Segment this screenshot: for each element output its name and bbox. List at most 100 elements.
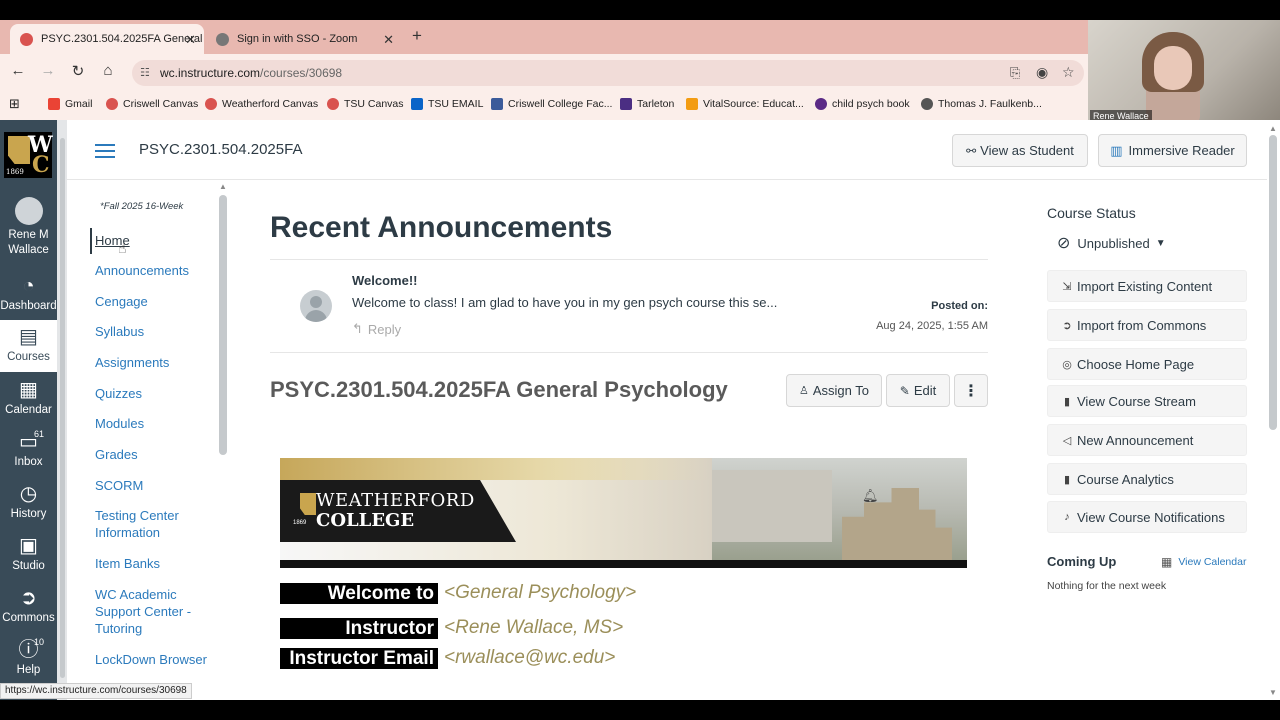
- more-options-icon[interactable]: ⋮: [954, 374, 988, 407]
- course-nav-scorm[interactable]: SCORM: [95, 477, 143, 494]
- assign-to-button[interactable]: ♙ Assign To: [786, 374, 882, 407]
- course-nav-tutoring[interactable]: WC Academic Support Center - Tutoring: [95, 586, 207, 637]
- announcement-title[interactable]: Welcome!!: [352, 273, 418, 288]
- bookmarks-bar: ⊞ Gmail Criswell Canvas Weatherford Canv…: [0, 92, 1088, 120]
- back-icon[interactable]: ←: [8, 62, 28, 79]
- import-from-commons-button[interactable]: ➲ Import from Commons: [1047, 309, 1247, 341]
- bookmark-weatherford-canvas[interactable]: Weatherford Canvas: [205, 98, 318, 110]
- close-tab-icon[interactable]: ✕: [185, 32, 196, 48]
- close-tab-icon[interactable]: ✕: [383, 32, 394, 48]
- instructor-value: <Rene Wallace, MS>: [444, 617, 624, 638]
- view-calendar-link[interactable]: ▦ View Calendar: [1161, 555, 1246, 569]
- new-tab-icon[interactable]: +: [412, 26, 426, 46]
- nav-commons[interactable]: ➲ Commons: [0, 587, 57, 626]
- site-info-icon[interactable]: ☷: [140, 66, 150, 79]
- scroll-thumb[interactable]: [60, 138, 65, 678]
- edit-button[interactable]: ✎ Edit: [886, 374, 950, 407]
- bell-icon: ♪: [1064, 511, 1070, 523]
- bookmark-tsu-email[interactable]: TSU EMAIL: [411, 98, 483, 110]
- email-value[interactable]: <rwallace@wc.edu>: [444, 647, 615, 669]
- help-icon: ⓘ: [18, 639, 39, 661]
- bookmark-vitalsource[interactable]: VitalSource: Educat...: [686, 98, 804, 110]
- bar-chart-icon: ▮: [1063, 473, 1071, 486]
- scroll-up-arrow-icon[interactable]: ▲: [1269, 124, 1277, 133]
- bar-chart-icon: ▮: [1063, 395, 1071, 408]
- bookmark-tsu-canvas[interactable]: TSU Canvas: [327, 98, 404, 110]
- breadcrumb-course[interactable]: PSYC.2301.504.2025FA: [139, 141, 302, 158]
- tab-zoom[interactable]: Sign in with SSO - Zoom ✕: [206, 24, 402, 54]
- email-label: Instructor Email: [280, 647, 438, 669]
- course-nav-item-banks[interactable]: Item Banks: [95, 555, 160, 572]
- scroll-down-arrow-icon[interactable]: ▼: [1269, 688, 1277, 697]
- bookmark-faulkenberry[interactable]: Thomas J. Faulkenb...: [921, 98, 1042, 110]
- nav-studio[interactable]: ▣ Studio: [0, 535, 57, 574]
- reload-icon[interactable]: ↻: [68, 62, 88, 80]
- nav-inbox[interactable]: ▭ Inbox: [0, 431, 57, 470]
- bookmark-gmail[interactable]: Gmail: [48, 98, 92, 110]
- bookmark-tarleton[interactable]: Tarleton: [620, 98, 674, 110]
- left-scrollbar[interactable]: [57, 120, 67, 700]
- tab-course[interactable]: PSYC.2301.504.2025FA General ✕: [10, 24, 204, 54]
- banner-year: 1869: [293, 520, 307, 526]
- glasses-icon: ⚯: [966, 143, 977, 158]
- inbox-icon: ▭: [19, 431, 38, 453]
- course-status-title: Course Status: [1047, 205, 1136, 221]
- announcements-heading: Recent Announcements: [270, 211, 613, 244]
- welcome-row: Welcome to <General Psychology>: [280, 582, 636, 604]
- reply-link[interactable]: ↰ Reply: [352, 321, 401, 337]
- course-nav-testing-center[interactable]: Testing Center Information: [95, 507, 205, 541]
- course-nav-cengage[interactable]: Cengage: [95, 293, 148, 310]
- course-nav-scrollbar[interactable]: [219, 195, 227, 455]
- nav-calendar[interactable]: ▦ Calendar: [0, 379, 57, 418]
- nav-history[interactable]: ◷ History: [0, 483, 57, 522]
- course-nav-quizzes[interactable]: Quizzes: [95, 385, 142, 402]
- import-existing-content-button[interactable]: ⇲ Import Existing Content: [1047, 270, 1247, 302]
- chevron-down-icon: ▼: [1155, 237, 1166, 249]
- bookmark-criswell-faculty[interactable]: Criswell College Fac...: [491, 98, 612, 110]
- bookmark-criswell-canvas[interactable]: Criswell Canvas: [106, 98, 198, 110]
- bell-icon: 🔔︎: [862, 488, 879, 503]
- page-scrollbar[interactable]: [1269, 135, 1277, 430]
- course-menu-toggle-icon[interactable]: [95, 144, 115, 158]
- course-nav-grades[interactable]: Grades: [95, 446, 138, 463]
- course-nav-syllabus[interactable]: Syllabus: [95, 323, 144, 340]
- view-as-student-button[interactable]: ⚯ View as Student: [952, 134, 1088, 167]
- nav-account[interactable]: Rene M Wallace: [0, 197, 57, 258]
- view-course-stream-button[interactable]: ▮ View Course Stream: [1047, 385, 1247, 417]
- scroll-up-arrow-icon[interactable]: ▲: [219, 182, 227, 191]
- new-announcement-button[interactable]: ◁ New Announcement: [1047, 424, 1247, 456]
- webcam-video: Rene Wallace: [1088, 20, 1280, 124]
- nav-help[interactable]: ⓘ Help: [0, 639, 57, 678]
- webcam-person-face: [1154, 46, 1192, 90]
- screen: PSYC.2301.504.2025FA General ✕ Sign in w…: [0, 0, 1280, 720]
- announcement-body: Welcome to class! I am glad to have you …: [352, 295, 778, 310]
- course-nav-modules[interactable]: Modules: [95, 415, 144, 432]
- banner-bottom-bar: [280, 560, 967, 568]
- forward-icon[interactable]: →: [38, 62, 58, 79]
- eye-icon[interactable]: ◉: [1036, 64, 1048, 81]
- install-app-icon[interactable]: ⎘: [1010, 65, 1020, 81]
- course-nav-assignments[interactable]: Assignments: [95, 354, 169, 371]
- course-nav-lockdown-browser[interactable]: LockDown Browser: [95, 651, 207, 668]
- address-bar[interactable]: ☷ wc.instructure.com/courses/30698 ⎘ ◉ ☆: [132, 60, 1084, 86]
- college-logo[interactable]: W C 1869: [4, 132, 53, 178]
- shield-icon: [491, 98, 503, 110]
- view-course-notifications-button[interactable]: ♪ View Course Notifications: [1047, 501, 1247, 533]
- banner-college-name: WEATHERFORD: [316, 490, 475, 511]
- nav-courses[interactable]: ▤ Courses: [0, 320, 57, 372]
- bookmark-child-psych[interactable]: child psych book: [815, 98, 910, 110]
- choose-home-page-button[interactable]: ◎ Choose Home Page: [1047, 348, 1247, 380]
- course-nav-announcements[interactable]: Announcements: [95, 262, 189, 279]
- url-path: /courses/30698: [260, 66, 343, 80]
- apps-grid-icon[interactable]: ⊞: [9, 96, 20, 112]
- publish-status-dropdown[interactable]: ⊘ Unpublished ▼: [1057, 233, 1166, 253]
- bookmark-star-icon[interactable]: ☆: [1062, 64, 1075, 81]
- reply-icon: ↰: [352, 321, 363, 336]
- canvas-favicon-icon: [20, 32, 33, 46]
- nav-dashboard[interactable]: ◔ Dashboard: [0, 275, 57, 314]
- immersive-reader-button[interactable]: ▥ Immersive Reader: [1098, 134, 1247, 167]
- course-analytics-button[interactable]: ▮ Course Analytics: [1047, 463, 1247, 495]
- banner-college-word: COLLEGE: [316, 510, 415, 531]
- author-avatar: [300, 290, 332, 322]
- home-icon[interactable]: ⌂: [98, 62, 118, 79]
